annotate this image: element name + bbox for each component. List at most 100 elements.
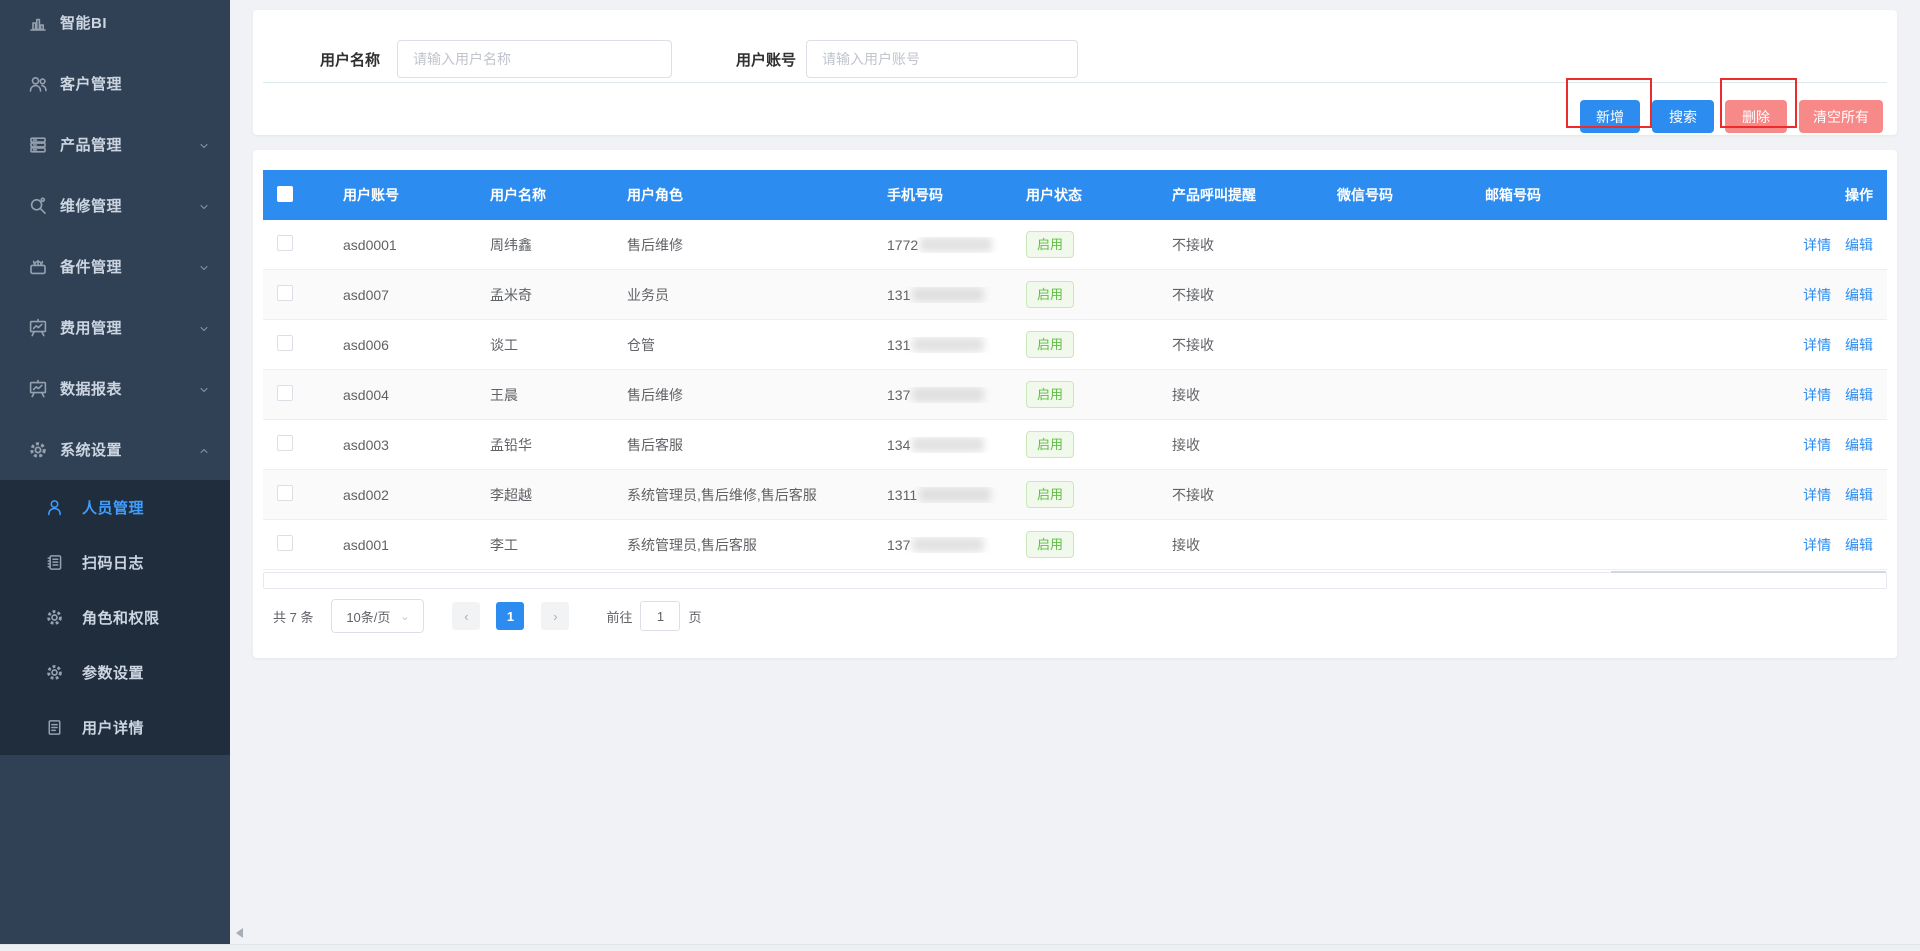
scroll-left-arrow-icon[interactable] xyxy=(236,928,243,938)
search-button[interactable]: 搜索 xyxy=(1652,100,1714,133)
row-checkbox[interactable] xyxy=(277,335,293,351)
cell-role: 仓管 xyxy=(607,335,867,355)
divider xyxy=(263,82,1887,83)
row-checkbox[interactable] xyxy=(277,485,293,501)
page-size-value: 10条/页 xyxy=(346,607,390,626)
user-name-label: 用户名称 xyxy=(320,49,380,70)
row-checkbox[interactable] xyxy=(277,435,293,451)
sidebar-item-data-report[interactable]: 数据报表 xyxy=(0,358,230,419)
column-header-6: 微信号码 xyxy=(1317,185,1465,205)
roles-gear-icon xyxy=(45,608,64,627)
sidebar-item-spare-parts-mgmt[interactable]: 备件管理 xyxy=(0,236,230,297)
table-row: asd004 王晨 售后维修 137 启用 接收 详情 编辑 xyxy=(263,370,1887,420)
column-header-3: 手机号码 xyxy=(867,185,1006,205)
chevron-down-icon xyxy=(198,383,210,395)
params-gear-icon xyxy=(45,663,64,682)
goto-label: 前往 xyxy=(606,607,632,626)
sidebar-subitem-roles-permissions[interactable]: 角色和权限 xyxy=(0,590,230,645)
sidebar-item-system-settings[interactable]: 系统设置 xyxy=(0,419,230,480)
row-checkbox[interactable] xyxy=(277,235,293,251)
sidebar-item-customer-mgmt[interactable]: 客户管理 xyxy=(0,53,230,114)
clear-all-button[interactable]: 清空所有 xyxy=(1799,100,1883,133)
edit-link[interactable]: 编辑 xyxy=(1845,337,1873,353)
cell-account: asd007 xyxy=(323,287,470,303)
table-row: asd002 李超越 系统管理员,售后维修,售后客服 1311 启用 不接收 详… xyxy=(263,470,1887,520)
delete-button[interactable]: 删除 xyxy=(1725,100,1787,133)
cell-status: 启用 xyxy=(1006,481,1152,508)
table-hscrollbar[interactable] xyxy=(263,572,1887,589)
cell-account: asd0001 xyxy=(323,237,470,253)
detail-link[interactable]: 详情 xyxy=(1803,237,1831,253)
row-checkbox[interactable] xyxy=(277,535,293,551)
chevron-down-icon xyxy=(198,200,210,212)
user-name-input[interactable] xyxy=(397,40,672,78)
chevron-up-icon xyxy=(198,444,210,456)
table-row: asd006 谈工 仓管 131 启用 不接收 详情 编辑 xyxy=(263,320,1887,370)
cell-name: 周纬鑫 xyxy=(470,235,607,255)
sidebar-subitem-personnel-mgmt[interactable]: 人员管理 xyxy=(0,480,230,535)
detail-link[interactable]: 详情 xyxy=(1803,437,1831,453)
sidebar-item-repair-mgmt[interactable]: 维修管理 xyxy=(0,175,230,236)
sidebar-subitem-scan-log[interactable]: 扫码日志 xyxy=(0,535,230,590)
page-size-select[interactable]: 10条/页 ⌄ xyxy=(331,599,424,633)
page-number-1[interactable]: 1 xyxy=(496,602,524,630)
column-header-1: 用户名称 xyxy=(470,185,607,205)
cell-notify: 不接收 xyxy=(1152,485,1317,505)
status-badge: 启用 xyxy=(1026,231,1074,258)
cell-role: 售后维修 xyxy=(607,385,867,405)
status-badge: 启用 xyxy=(1026,381,1074,408)
page-hscrollbar[interactable] xyxy=(0,944,1920,951)
prev-page-button[interactable]: ‹ xyxy=(452,602,480,630)
edit-link[interactable]: 编辑 xyxy=(1845,437,1873,453)
user-account-input[interactable] xyxy=(806,40,1078,78)
sidebar-item-product-mgmt[interactable]: 产品管理 xyxy=(0,114,230,175)
report-board-icon xyxy=(28,379,48,399)
detail-link[interactable]: 详情 xyxy=(1803,537,1831,553)
cell-account: asd001 xyxy=(323,537,470,553)
edit-link[interactable]: 编辑 xyxy=(1845,537,1873,553)
sidebar-item-expense-mgmt[interactable]: 费用管理 xyxy=(0,297,230,358)
detail-link[interactable]: 详情 xyxy=(1803,337,1831,353)
repair-icon xyxy=(28,196,48,216)
cell-status: 启用 xyxy=(1006,281,1152,308)
cell-notify: 接收 xyxy=(1152,435,1317,455)
cell-name: 孟米奇 xyxy=(470,285,607,305)
sidebar-subitem-param-settings[interactable]: 参数设置 xyxy=(0,645,230,700)
detail-link[interactable]: 详情 xyxy=(1803,487,1831,503)
status-badge: 启用 xyxy=(1026,431,1074,458)
sidebar: 智能BI 客户管理 产品管理 维修管理 备件管理 费用管理 数据报表 系统设置 … xyxy=(0,0,230,944)
add-button[interactable]: 新增 xyxy=(1580,100,1640,133)
column-header-4: 用户状态 xyxy=(1006,185,1152,205)
table-row: asd001 李工 系统管理员,售后客服 137 启用 接收 详情 编辑 xyxy=(263,520,1887,570)
cell-notify: 不接收 xyxy=(1152,335,1317,355)
next-page-button[interactable]: › xyxy=(541,602,569,630)
phone-redaction xyxy=(912,287,984,302)
edit-link[interactable]: 编辑 xyxy=(1845,237,1873,253)
detail-link[interactable]: 详情 xyxy=(1803,387,1831,403)
select-all-checkbox[interactable] xyxy=(277,186,293,202)
table-row: asd003 孟铅华 售后客服 134 启用 接收 详情 编辑 xyxy=(263,420,1887,470)
column-header-0: 用户账号 xyxy=(323,185,470,205)
chevron-down-icon xyxy=(198,261,210,273)
row-checkbox[interactable] xyxy=(277,285,293,301)
detail-link[interactable]: 详情 xyxy=(1803,287,1831,303)
goto-suffix: 页 xyxy=(688,607,701,626)
edit-link[interactable]: 编辑 xyxy=(1845,387,1873,403)
cell-notify: 不接收 xyxy=(1152,235,1317,255)
table-row: asd007 孟米奇 业务员 131 启用 不接收 详情 编辑 xyxy=(263,270,1887,320)
edit-link[interactable]: 编辑 xyxy=(1845,287,1873,303)
goto-page-input[interactable] xyxy=(640,601,680,631)
cell-notify: 不接收 xyxy=(1152,285,1317,305)
sidebar-subitem-user-detail[interactable]: 用户详情 xyxy=(0,700,230,755)
row-checkbox[interactable] xyxy=(277,385,293,401)
cell-actions: 详情 编辑 xyxy=(1777,285,1887,305)
chevron-down-icon xyxy=(198,322,210,334)
cell-name: 谈工 xyxy=(470,335,607,355)
sidebar-item-smart-bi[interactable]: 智能BI xyxy=(0,0,230,53)
cell-actions: 详情 编辑 xyxy=(1777,485,1887,505)
cell-status: 启用 xyxy=(1006,431,1152,458)
edit-link[interactable]: 编辑 xyxy=(1845,487,1873,503)
sidebar-submenu: 人员管理 扫码日志 角色和权限 参数设置 用户详情 xyxy=(0,480,230,755)
cell-role: 售后维修 xyxy=(607,235,867,255)
cell-actions: 详情 编辑 xyxy=(1777,385,1887,405)
